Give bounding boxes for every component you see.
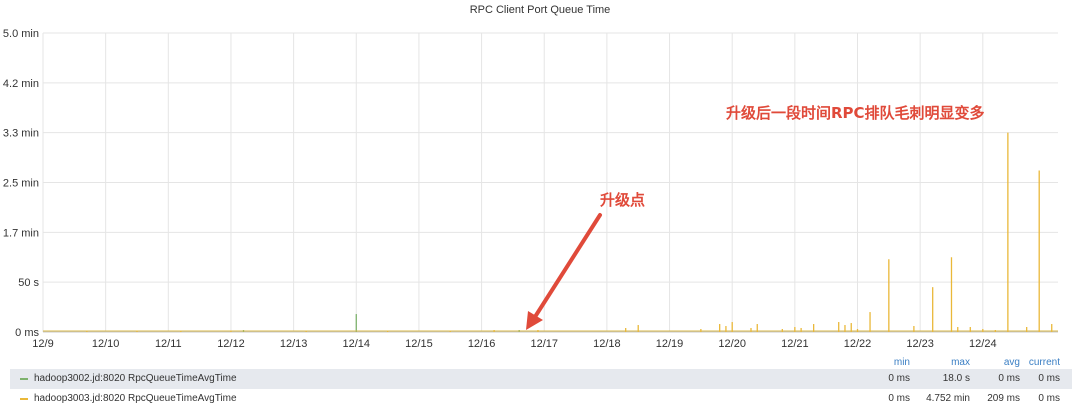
x-tick-label: 12/22 [844, 338, 872, 350]
y-tick-label: 5.0 min [3, 28, 39, 40]
y-tick-label: 50 s [18, 277, 39, 289]
legend-row-hadoop3003[interactable]: hadoop3003.jd:8020 RpcQueueTimeAvgTime 0… [10, 389, 1072, 409]
legend-col-min[interactable]: min [864, 357, 910, 369]
legend-value-min: 0 ms [888, 373, 910, 384]
x-tick-label: 12/16 [468, 338, 496, 350]
legend-row-hadoop3002[interactable]: hadoop3002.jd:8020 RpcQueueTimeAvgTime 0… [10, 369, 1072, 389]
x-tick-label: 12/11 [155, 338, 182, 350]
legend-value-current: 0 ms [1038, 393, 1060, 404]
legend-series-name[interactable]: hadoop3003.jd:8020 RpcQueueTimeAvgTime [34, 393, 237, 404]
y-tick-label: 1.7 min [3, 227, 39, 239]
x-tick-label: 12/10 [92, 338, 120, 350]
x-tick-label: 12/21 [781, 338, 809, 350]
x-tick-label: 12/12 [217, 338, 245, 350]
x-tick-label: 12/9 [32, 338, 53, 350]
legend-value-min: 0 ms [888, 393, 910, 404]
chart-plot[interactable]: 0 ms50 s1.7 min2.5 min3.3 min4.2 min5.0 … [0, 0, 1080, 356]
x-tick-label: 12/15 [405, 338, 433, 350]
x-tick-label: 12/17 [530, 338, 558, 350]
x-tick-label: 12/23 [906, 338, 934, 350]
legend-series-name[interactable]: hadoop3002.jd:8020 RpcQueueTimeAvgTime [34, 373, 237, 384]
legend-col-max[interactable]: max [924, 357, 970, 369]
legend-swatch-green [20, 378, 28, 380]
x-tick-label: 12/18 [593, 338, 621, 350]
legend-swatch-yellow [20, 398, 28, 400]
x-tick-label: 12/24 [969, 338, 997, 350]
legend-value-current: 0 ms [1038, 373, 1060, 384]
annotation-arrow-head [526, 311, 543, 330]
annotation-upgrade-effect: 升级后一段时间RPC排队毛刺明显变多 [726, 104, 985, 122]
annotation-arrow-shaft [531, 213, 602, 322]
y-tick-label: 2.5 min [3, 178, 39, 190]
x-tick-label: 12/14 [343, 338, 371, 350]
x-tick-label: 12/13 [280, 338, 308, 350]
y-tick-label: 3.3 min [3, 128, 39, 140]
y-tick-label: 4.2 min [3, 78, 39, 90]
x-tick-label: 12/19 [656, 338, 684, 350]
chart-panel: RPC Client Port Queue Time 0 ms 50 s 1.7 m… [0, 0, 1080, 416]
legend-col-current[interactable]: current [1014, 357, 1060, 369]
annotation-upgrade-point: 升级点 [600, 191, 645, 209]
x-tick-label: 12/20 [718, 338, 746, 350]
